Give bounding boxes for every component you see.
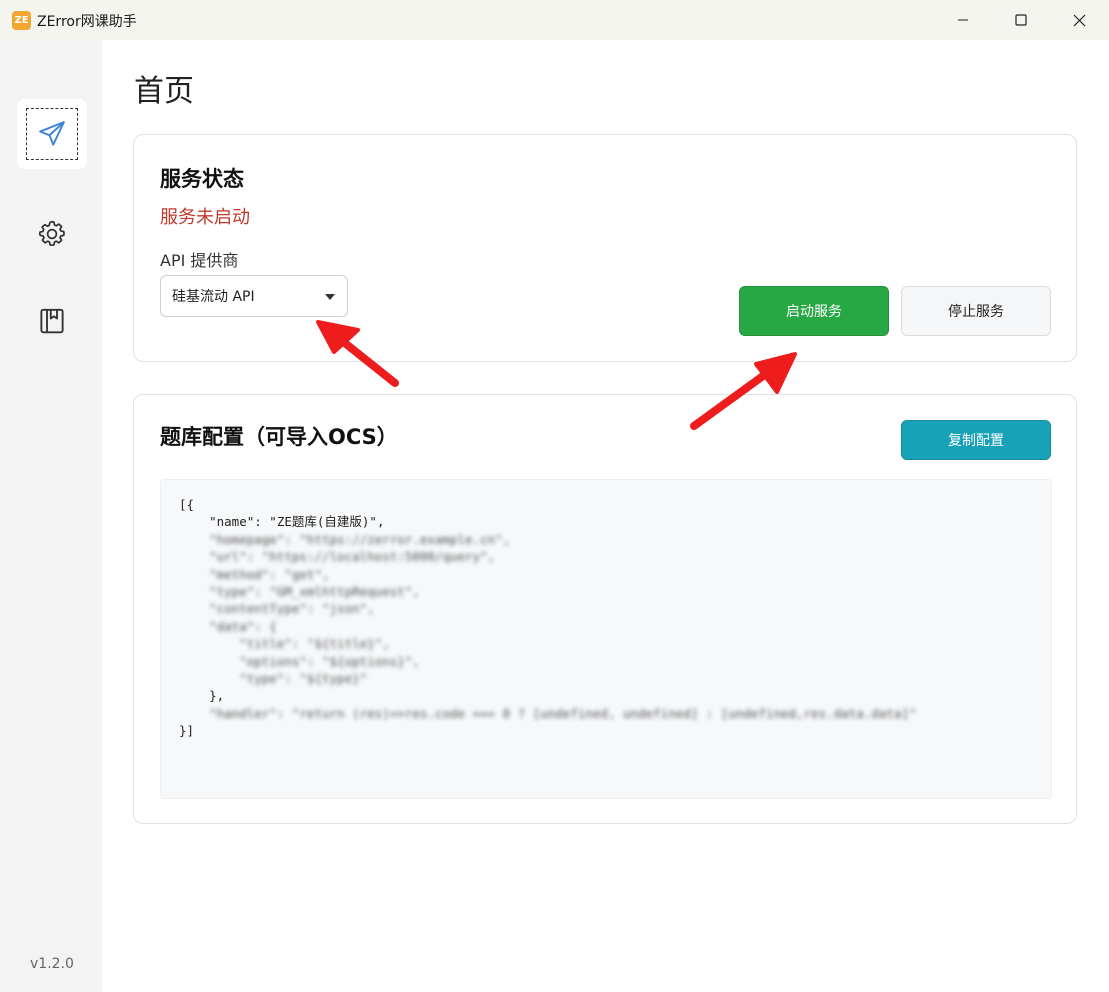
code-line: "data": { (179, 618, 277, 634)
gear-icon (38, 220, 65, 247)
provider-selected-value: 硅基流动 API (172, 289, 255, 305)
provider-label: API 提供商 (160, 251, 239, 270)
code-line: "type": "GM_xmlhttpRequest", (179, 583, 420, 599)
main-content: 首页 服务状态 服务未启动 API 提供商 硅基流动 API 启动服务 停止服务… (102, 40, 1109, 992)
sidebar-item-home[interactable] (17, 99, 87, 169)
minimize-button[interactable] (934, 0, 992, 40)
config-title: 题库配置（可导入OCS） (160, 425, 398, 449)
sidebar: v1.2.0 (0, 40, 102, 992)
code-line: "title": "${title}", (179, 636, 390, 652)
maximize-button[interactable] (992, 0, 1050, 40)
page-title: 首页 (134, 74, 194, 109)
code-line: "options": "${options}", (179, 653, 420, 669)
code-line: "contentType": "json", (179, 601, 375, 617)
service-status-title: 服务状态 (160, 167, 244, 191)
question-bank-config-card: 题库配置（可导入OCS） 复制配置 [{ "name": "ZE题库(自建版)"… (133, 394, 1077, 824)
code-line: "name": "ZE题库(自建版)", (179, 514, 385, 530)
sidebar-item-docs[interactable] (17, 286, 87, 356)
code-line: [{ (179, 497, 195, 512)
close-button[interactable] (1050, 0, 1108, 40)
code-line: "handler": "return (res)=>res.code === 0… (179, 705, 917, 721)
service-status-card: 服务状态 服务未启动 API 提供商 硅基流动 API 启动服务 停止服务 (133, 134, 1077, 362)
maximize-icon (1015, 14, 1027, 26)
status-badge: 服务未启动 (160, 207, 250, 228)
book-icon (40, 308, 64, 334)
code-line: }, (179, 688, 225, 704)
code-line: "url": "https://localhost:5000/query", (179, 549, 496, 565)
app-logo-icon: ZE (12, 11, 31, 30)
window-title: ZError网课助手 (37, 14, 137, 30)
copy-config-button[interactable]: 复制配置 (901, 420, 1051, 460)
provider-select[interactable]: 硅基流动 API (160, 275, 348, 317)
title-bar: ZE ZError网课助手 (0, 0, 1109, 40)
config-code-block[interactable]: [{ "name": "ZE题库(自建版)", "homepage": "htt… (160, 479, 1052, 799)
code-line: "homepage": "https://zerror.example.cn", (179, 531, 511, 547)
version-label: v1.2.0 (30, 956, 74, 972)
code-line: "method": "get", (179, 566, 330, 582)
code-line: }] (179, 723, 195, 739)
chevron-down-icon (325, 294, 335, 300)
sidebar-item-settings[interactable] (17, 199, 87, 269)
stop-service-button[interactable]: 停止服务 (901, 286, 1051, 336)
code-line: "type": "${type}" (179, 670, 368, 686)
focus-outline (26, 108, 78, 160)
start-service-button[interactable]: 启动服务 (739, 286, 889, 336)
close-icon (1073, 14, 1085, 26)
minimize-icon (958, 19, 968, 21)
